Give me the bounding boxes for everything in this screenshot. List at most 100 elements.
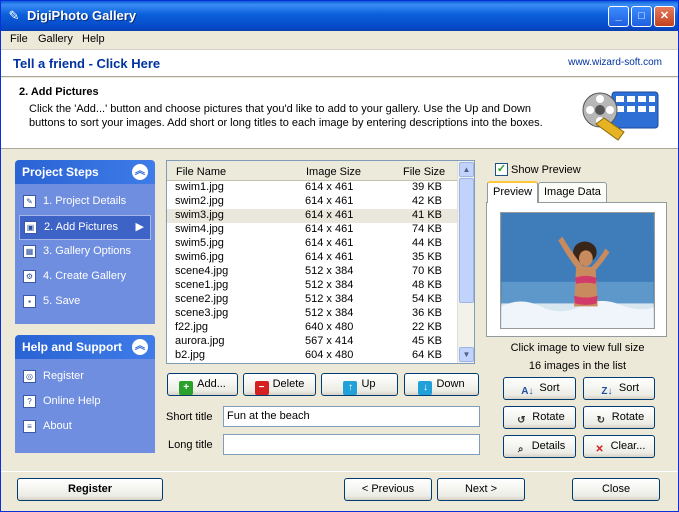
table-row[interactable]: swim4.jpg 614 x 461 74 KB xyxy=(167,223,458,237)
image-size-cell: 614 x 461 xyxy=(305,251,354,263)
project-steps-title: Project Steps xyxy=(22,165,99,179)
table-row[interactable]: scene3.jpg 512 x 384 36 KB xyxy=(167,307,458,321)
image-size-cell: 614 x 461 xyxy=(305,209,354,221)
file-name-cell: scene2.jpg xyxy=(175,293,229,305)
image-size-cell: 640 x 480 xyxy=(305,321,354,333)
help-support-header[interactable]: Help and Support ︽ xyxy=(15,335,155,359)
file-name-cell: b2.jpg xyxy=(175,349,205,361)
magnifier-icon: ⌕ xyxy=(517,444,524,455)
app-icon: ✎ xyxy=(8,8,20,23)
add-button[interactable]: + Add... xyxy=(167,373,238,396)
collapse-chevron-icon[interactable]: ︽ xyxy=(132,339,148,355)
website-link[interactable]: www.wizard-soft.com xyxy=(568,57,662,68)
image-file-list[interactable]: File Name Image Size File Size swim1.jpg… xyxy=(166,160,475,364)
gear-icon: ⚙ xyxy=(23,270,36,283)
tab-image-data[interactable]: Image Data xyxy=(538,182,607,202)
help-register[interactable]: ◎ Register xyxy=(19,365,151,390)
column-file-name[interactable]: File Name xyxy=(176,166,226,178)
show-preview-checkbox[interactable]: ✓ xyxy=(495,163,508,176)
preview-image[interactable] xyxy=(500,212,655,329)
file-name-cell: swim5.jpg xyxy=(175,237,224,249)
image-count-text: 16 images in the list xyxy=(528,360,627,372)
scroll-down-icon[interactable]: ▼ xyxy=(459,347,474,362)
next-button[interactable]: Next > xyxy=(437,478,525,501)
image-size-cell: 512 x 384 xyxy=(305,293,354,305)
tab-preview[interactable]: Preview xyxy=(487,181,539,203)
file-size-cell: 48 KB xyxy=(412,279,442,291)
table-row[interactable]: scene2.jpg 512 x 384 54 KB xyxy=(167,293,458,307)
help-icon: ? xyxy=(23,395,36,408)
clear-button[interactable]: ✕ Clear... xyxy=(583,435,655,458)
previous-button[interactable]: < Previous xyxy=(344,478,432,501)
help-online-help[interactable]: ? Online Help xyxy=(19,390,151,415)
preview-panel xyxy=(486,202,667,337)
step-create-gallery[interactable]: ⚙ 4. Create Gallery xyxy=(19,265,151,290)
click-hint-text: Click image to view full size xyxy=(510,342,645,354)
menu-gallery[interactable]: Gallery xyxy=(38,33,73,45)
image-size-cell: 567 x 414 xyxy=(305,335,354,347)
details-button[interactable]: ⌕ Details xyxy=(503,435,576,458)
delete-button[interactable]: − Delete xyxy=(243,373,316,396)
list-scrollbar[interactable]: ▲ ▼ xyxy=(457,161,474,363)
scroll-thumb[interactable] xyxy=(459,178,474,303)
rotate-right-icon: ↻ xyxy=(596,415,605,426)
sort-az-icon: A↓ xyxy=(521,386,534,397)
short-title-input[interactable]: Fun at the beach xyxy=(223,406,480,427)
menu-help[interactable]: Help xyxy=(82,33,105,45)
close-window-button[interactable]: ✕ xyxy=(654,6,675,27)
image-size-cell: 614 x 461 xyxy=(305,237,354,249)
collapse-chevron-icon[interactable]: ︽ xyxy=(132,164,148,180)
table-row[interactable]: scene1.jpg 512 x 384 48 KB xyxy=(167,279,458,293)
rotate-left-button[interactable]: ↺ Rotate xyxy=(503,406,576,429)
file-size-cell: 42 KB xyxy=(412,195,442,207)
table-row[interactable]: swim5.jpg 614 x 461 44 KB xyxy=(167,237,458,251)
file-size-cell: 64 KB xyxy=(412,349,442,361)
long-title-input[interactable] xyxy=(223,434,480,455)
arrow-down-icon: ↓ xyxy=(418,381,433,395)
rotate-right-button[interactable]: ↻ Rotate xyxy=(583,406,655,429)
help-about[interactable]: ≡ About xyxy=(19,415,151,440)
close-button[interactable]: Close xyxy=(572,478,660,501)
table-row[interactable]: f22.jpg 640 x 480 22 KB xyxy=(167,321,458,335)
minimize-button[interactable]: _ xyxy=(608,6,629,27)
table-row[interactable]: swim3.jpg 614 x 461 41 KB xyxy=(167,209,458,223)
scroll-up-icon[interactable]: ▲ xyxy=(459,162,474,177)
file-size-cell: 35 KB xyxy=(412,251,442,263)
file-name-cell: swim1.jpg xyxy=(175,181,224,193)
step-heading: 2. Add Pictures xyxy=(19,86,99,98)
file-name-cell: swim6.jpg xyxy=(175,251,224,263)
image-size-cell: 614 x 461 xyxy=(305,195,354,207)
column-file-size[interactable]: File Size xyxy=(403,166,445,178)
register-icon: ◎ xyxy=(23,370,36,383)
table-row[interactable]: swim1.jpg 614 x 461 39 KB xyxy=(167,181,458,195)
up-button[interactable]: ↑ Up xyxy=(321,373,398,396)
clear-icon: ✕ xyxy=(595,444,604,455)
table-row[interactable]: aurora.jpg 567 x 414 45 KB xyxy=(167,335,458,349)
table-row[interactable]: b2.jpg 604 x 480 64 KB xyxy=(167,349,458,363)
project-steps-header[interactable]: Project Steps ︽ xyxy=(15,160,155,184)
sort-za-button[interactable]: Z↓ Sort xyxy=(583,377,655,400)
help-support-panel: Help and Support ︽ ◎ Register ? Online Hel… xyxy=(15,335,155,453)
list-header: File Name Image Size File Size xyxy=(167,161,458,181)
footer-bar: Register < Previous Next > Close xyxy=(1,471,678,511)
step-project-details[interactable]: ✎ 1. Project Details xyxy=(19,190,151,215)
tell-friend-link[interactable]: Tell a friend - Click Here xyxy=(13,56,160,71)
step-save[interactable]: ▪ 5. Save xyxy=(19,290,151,315)
image-size-cell: 614 x 461 xyxy=(305,181,354,193)
grid-icon: ▦ xyxy=(23,245,36,258)
short-title-label: Short title xyxy=(166,411,213,423)
maximize-button[interactable]: □ xyxy=(631,6,652,27)
step-gallery-options[interactable]: ▦ 3. Gallery Options xyxy=(19,240,151,265)
table-row[interactable]: swim6.jpg 614 x 461 35 KB xyxy=(167,251,458,265)
down-button[interactable]: ↓ Down xyxy=(404,373,479,396)
step-add-pictures[interactable]: ▣ 2. Add Pictures ▶ xyxy=(19,215,151,240)
title-bar[interactable]: ✎ DigiPhoto Gallery _ □ ✕ xyxy=(1,1,678,31)
banner: Tell a friend - Click Here www.wizard-so… xyxy=(1,50,678,77)
sort-az-button[interactable]: A↓ Sort xyxy=(503,377,576,400)
register-button[interactable]: Register xyxy=(17,478,163,501)
table-row[interactable]: scene4.jpg 512 x 384 70 KB xyxy=(167,265,458,279)
table-row[interactable]: swim2.jpg 614 x 461 42 KB xyxy=(167,195,458,209)
file-name-cell: aurora.jpg xyxy=(175,335,225,347)
menu-file[interactable]: File xyxy=(10,33,28,45)
column-image-size[interactable]: Image Size xyxy=(306,166,361,178)
